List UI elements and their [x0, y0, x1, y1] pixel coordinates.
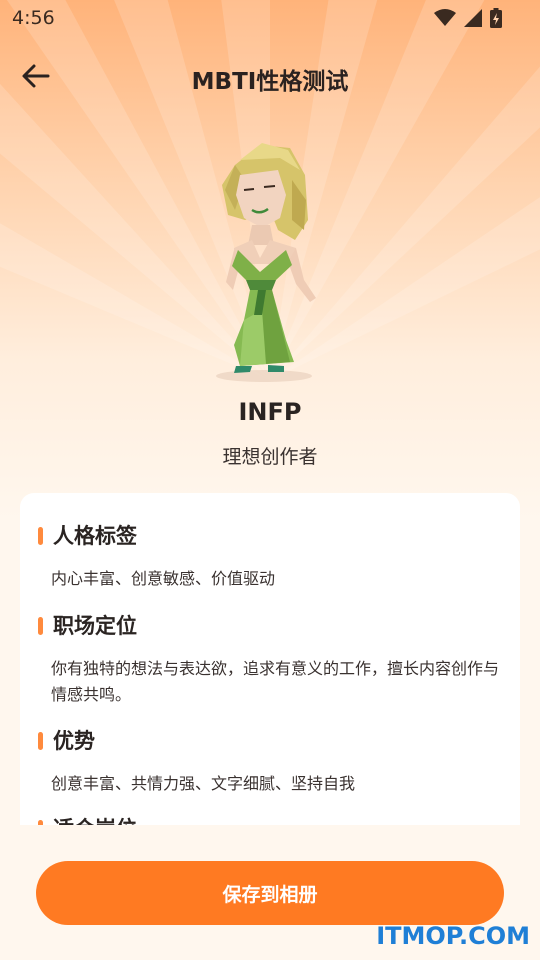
section-marker	[38, 820, 43, 825]
section-heading: 人格标签	[53, 524, 137, 548]
status-bar: 4:56	[0, 0, 540, 36]
character-illustration	[216, 143, 316, 382]
section-marker	[38, 527, 43, 545]
battery-icon	[490, 8, 502, 28]
wifi-icon	[434, 9, 456, 26]
type-nickname: 理想创作者	[222, 446, 318, 468]
section-marker	[38, 732, 43, 750]
section-marker	[38, 617, 43, 635]
watermark-logo: ITMOP.COM	[376, 922, 530, 950]
page-title: MBTI性格测试	[191, 69, 349, 95]
status-icons	[434, 8, 502, 28]
section-text: 创意丰富、共情力强、文字细腻、坚持自我	[51, 774, 356, 793]
signal-icon	[464, 9, 482, 27]
mbti-type: INFP	[238, 398, 302, 426]
section-text: 你有独特的想法与表达欲，追求有意义的工作，擅长内容创作与情感共鸣。	[51, 659, 500, 704]
section-text: 内心丰富、创意敏感、价值驱动	[51, 569, 276, 588]
section-heading: 适合岗位	[53, 813, 137, 825]
save-to-album-button[interactable]: 保存到相册	[36, 861, 504, 925]
status-time: 4:56	[12, 7, 55, 29]
section-heading: 职场定位	[53, 614, 137, 638]
result-card[interactable]: 人格标签 内心丰富、创意敏感、价值驱动 职场定位 你有独特的想法与表达欲，追求有…	[20, 493, 520, 825]
header: MBTI性格测试	[0, 50, 540, 106]
section-heading: 优势	[53, 729, 95, 753]
